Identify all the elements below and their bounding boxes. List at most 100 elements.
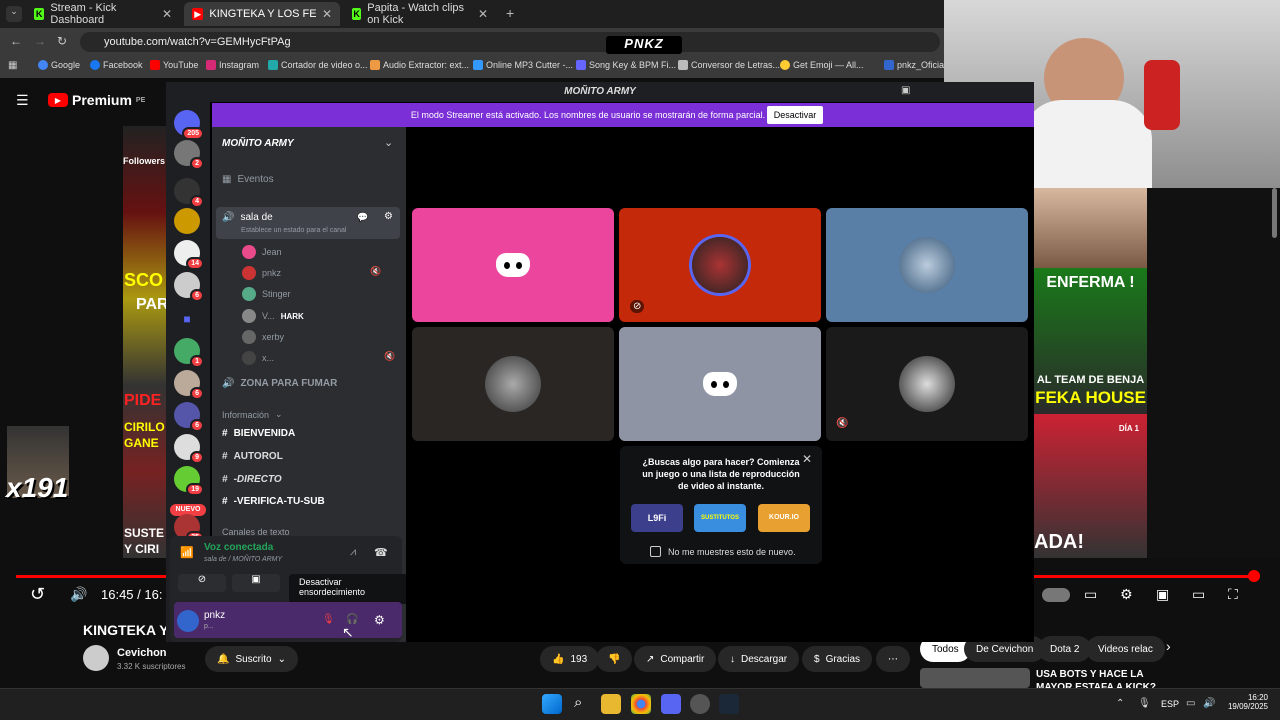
server-icon[interactable]: 4 (174, 178, 204, 208)
voice-user[interactable]: V... HARK (242, 309, 304, 323)
screen-share-button[interactable]: ▣ (232, 574, 280, 592)
inbox-icon[interactable]: ▣ (901, 85, 910, 96)
channel-directo[interactable]: # -DIRECTO (222, 474, 282, 485)
bookmark-audio-extractor[interactable]: Audio Extractor: ext... (370, 60, 469, 70)
video-thumbnail[interactable] (1034, 188, 1147, 268)
miniplayer-icon[interactable]: ▣ (1156, 586, 1169, 603)
participant-tile[interactable] (412, 327, 614, 441)
server-icon[interactable]: 1 (174, 338, 204, 368)
activity-kour[interactable]: KOUR.IO (758, 504, 810, 532)
disconnect-icon[interactable]: ☎ (374, 546, 388, 559)
search-icon[interactable]: ⌕ (574, 694, 582, 711)
settings-icon[interactable]: ⚙ (1120, 586, 1133, 603)
chevron-right-icon[interactable]: › (1166, 638, 1171, 654)
username[interactable]: pnkz (204, 610, 225, 621)
camera-button[interactable]: ⊘ (178, 574, 226, 592)
subtitles-icon[interactable]: ▭ (1084, 586, 1097, 603)
events-item[interactable]: ▦ Eventos (222, 174, 274, 185)
menu-icon[interactable]: ☰ (16, 92, 29, 109)
direct-messages-icon[interactable]: 205 (174, 110, 204, 140)
subscribe-button[interactable]: 🔔 Suscrito ⌄ (205, 646, 298, 672)
forward-icon[interactable]: → (34, 34, 46, 48)
tab-kick-dashboard[interactable]: K Stream - Kick Dashboard ✕ (26, 2, 180, 26)
autoplay-toggle[interactable] (1042, 588, 1070, 602)
server-icon[interactable]: 6 (174, 272, 204, 302)
gear-icon[interactable]: ⚙ (374, 613, 385, 627)
new-tab-button[interactable]: + (506, 5, 514, 21)
close-icon[interactable]: ✕ (478, 7, 488, 21)
channel-name[interactable]: Cevichon (117, 647, 167, 659)
bookmark-mp3-cutter[interactable]: Online MP3 Cutter -... (473, 60, 573, 70)
video-thumbnail[interactable] (920, 668, 1030, 688)
channel-avatar[interactable] (83, 645, 109, 671)
back-icon[interactable]: ← (10, 34, 22, 48)
disable-streamer-mode-button[interactable]: Desactivar (767, 106, 823, 124)
fullscreen-icon[interactable]: ⛶ (1228, 586, 1238, 603)
volume-icon[interactable]: 🔊 (70, 586, 87, 603)
close-icon[interactable]: ✕ (162, 7, 172, 21)
mic-muted-icon[interactable]: 🎙 (322, 614, 335, 625)
voice-connected-label[interactable]: Voz conectada (204, 542, 273, 553)
thanks-button[interactable]: $ Gracias (802, 646, 873, 672)
chevron-down-icon[interactable]: ⌄ (384, 136, 393, 149)
chat-icon[interactable]: 💬 (357, 212, 368, 223)
folder-icon[interactable]: ■ (174, 306, 200, 332)
channel-autorol[interactable]: # AUTOROL (222, 451, 283, 462)
volume-icon[interactable]: 🔊 (1203, 698, 1215, 709)
start-icon[interactable] (542, 694, 562, 714)
server-icon[interactable]: 2 (174, 140, 204, 170)
progress-scrubber[interactable] (1248, 570, 1260, 582)
activity-game[interactable]: SUSTITUTOS (694, 504, 746, 532)
server-icon[interactable]: 14 (174, 240, 204, 270)
video-thumbnail[interactable]: ENFERMA ! AL TEAM DE BENJA FEKA HOUSE (1034, 268, 1147, 414)
server-icon[interactable]: 19 (174, 466, 204, 496)
youtube-logo[interactable]: ▶ Premium PE (48, 92, 145, 108)
participant-tile[interactable] (826, 208, 1028, 322)
recommended-title[interactable]: USA BOTS Y HACE LA MAYOR ESTAFA A KICK? … (1036, 668, 1166, 688)
server-icon[interactable]: 9 (174, 434, 204, 464)
chip-related[interactable]: Videos relac (1086, 636, 1165, 662)
server-name-header[interactable]: MOÑITO ARMY (222, 138, 294, 149)
voice-channel-path[interactable]: sala de / MOÑITO ARMY (204, 556, 282, 563)
download-button[interactable]: ↓ Descargar (718, 646, 800, 672)
tab-kick-clips[interactable]: K Papita - Watch clips on Kick ✕ (344, 2, 496, 26)
bookmark-cortador[interactable]: Cortador de video o... (268, 60, 368, 70)
file-explorer-icon[interactable] (601, 694, 621, 714)
channel-bienvenida[interactable]: # BIENVENIDA (222, 428, 295, 439)
voice-user[interactable]: pnkz (242, 266, 281, 280)
activity-lofi[interactable]: L9Fi (631, 504, 683, 532)
bookmark-instagram[interactable]: Instagram (206, 60, 259, 70)
dont-show-checkbox[interactable] (650, 546, 661, 557)
channel-status[interactable]: Establece un estado para el canal (241, 227, 346, 234)
replay-icon[interactable]: ↺ (30, 584, 45, 605)
bookmark-pnkz[interactable]: pnkz_Oficial - (884, 60, 952, 70)
like-button[interactable]: 👍 193 (540, 646, 600, 672)
participant-tile[interactable] (619, 208, 821, 322)
avatar[interactable] (177, 610, 199, 632)
theater-icon[interactable]: ▭ (1192, 586, 1205, 603)
clock[interactable]: 16:20 19/09/2025 (1224, 693, 1268, 711)
bookmark-youtube[interactable]: YouTube (150, 60, 198, 70)
tab-list-button[interactable]: ⌄ (6, 6, 22, 22)
participant-tile[interactable] (412, 208, 614, 322)
category-informacion[interactable]: Información ⌄ (222, 409, 283, 420)
server-icon[interactable] (174, 208, 200, 234)
reload-icon[interactable]: ↻ (57, 34, 67, 48)
chip-dota[interactable]: Dota 2 (1038, 636, 1092, 662)
url-input[interactable]: youtube.com/watch?v=GEMHycFtPAg (80, 32, 940, 52)
tab-youtube[interactable]: ▶ KINGTEKA Y LOS FEKAS EN EL 2 ✕ (184, 2, 340, 26)
network-icon[interactable]: ▭ (1186, 698, 1195, 709)
apps-grid-icon[interactable]: ▦ (8, 60, 17, 71)
discord-taskbar-icon[interactable] (661, 694, 681, 714)
voice-user[interactable]: xerby (242, 330, 284, 344)
voice-channel-zona[interactable]: 🔊 ZONA PARA FUMAR (222, 378, 337, 389)
more-button[interactable]: ⋯ (876, 646, 910, 672)
voice-user[interactable]: Stinger (242, 287, 291, 301)
obs-icon[interactable] (690, 694, 710, 714)
scrollbar[interactable] (1272, 188, 1277, 238)
microphone-icon[interactable]: 🎙 (1138, 698, 1151, 709)
voice-user[interactable]: Jean (242, 245, 282, 259)
language-indicator[interactable]: ESP (1161, 699, 1179, 709)
bookmark-google[interactable]: Google (38, 60, 80, 70)
close-icon[interactable]: ✕ (802, 452, 812, 466)
